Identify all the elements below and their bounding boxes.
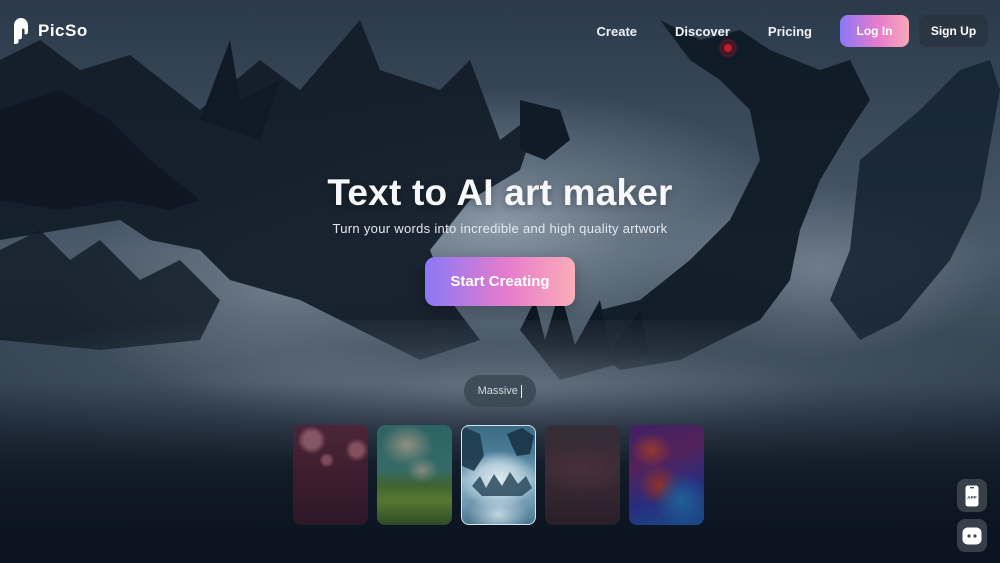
gallery-card-green-landscape[interactable] <box>377 425 452 525</box>
chat-bot-icon <box>962 527 982 544</box>
dragon-thumbnail-art <box>462 426 534 496</box>
nav-link-create[interactable]: Create <box>597 24 637 39</box>
brand-logo[interactable]: PicSo <box>12 18 88 44</box>
chat-support-button[interactable] <box>957 519 987 552</box>
signup-button[interactable]: Sign Up <box>919 15 988 47</box>
prompt-preview-pill: Massive <box>464 375 536 407</box>
gallery-card-crowd-scene[interactable] <box>545 425 620 525</box>
gallery-card-dragons-clouds[interactable] <box>461 425 536 525</box>
main-nav: Create Discover Pricing Log In Sign Up <box>597 15 988 47</box>
gallery-card-abstract-fluid[interactable] <box>629 425 704 525</box>
nav-link-pricing[interactable]: Pricing <box>768 24 812 39</box>
prompt-typed-text: Massive <box>477 385 518 397</box>
app-label: APP <box>967 495 976 500</box>
gallery-card-gothic-ruins[interactable] <box>293 425 368 525</box>
nav-link-discover[interactable]: Discover <box>675 24 730 39</box>
phone-app-icon: APP <box>965 485 979 506</box>
hero-title: Text to AI art maker <box>327 172 673 213</box>
download-app-button[interactable]: APP <box>957 479 987 512</box>
hero-subtitle: Turn your words into incredible and high… <box>332 221 668 236</box>
text-cursor <box>520 384 523 398</box>
login-button[interactable]: Log In <box>840 15 909 47</box>
start-creating-button[interactable]: Start Creating <box>425 257 575 306</box>
top-navigation: PicSo Create Discover Pricing Log In Sig… <box>0 0 1000 62</box>
brand-name: PicSo <box>38 21 88 40</box>
picso-logo-icon <box>14 18 28 44</box>
example-gallery <box>293 425 704 525</box>
